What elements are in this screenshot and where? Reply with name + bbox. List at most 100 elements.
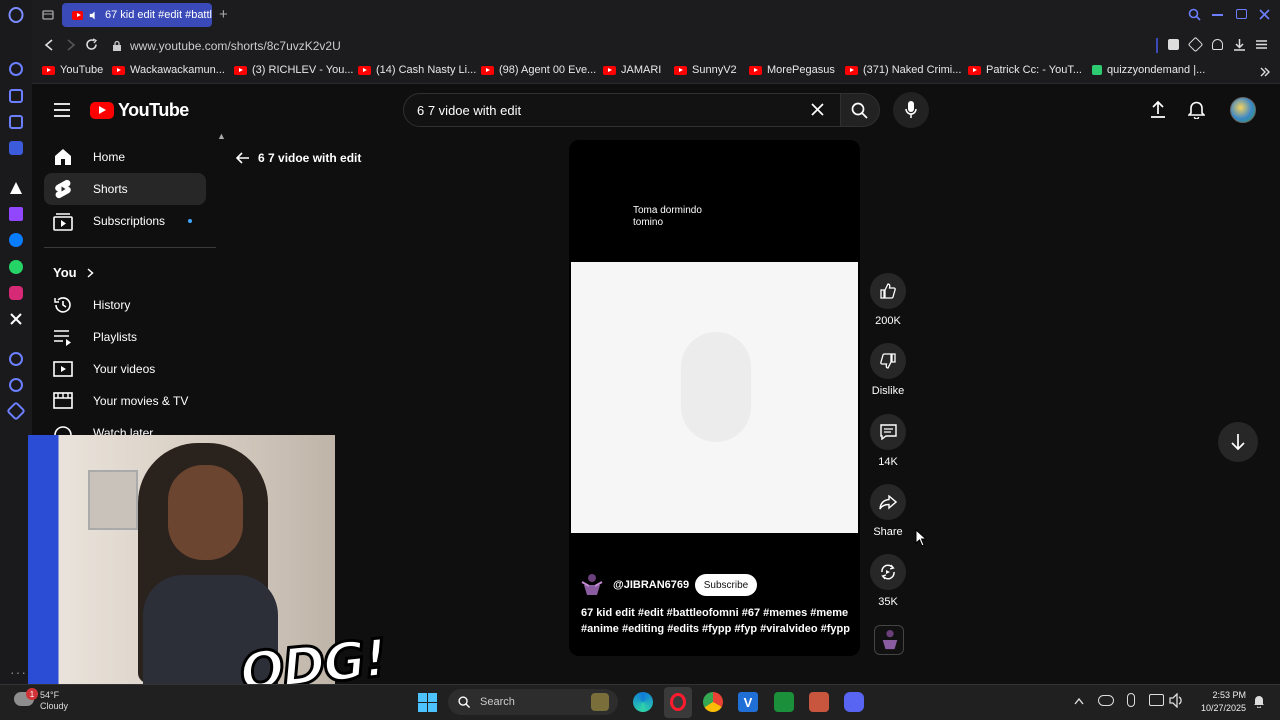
channel-avatar[interactable]	[581, 573, 603, 597]
search-button[interactable]	[840, 93, 880, 127]
sidebar-item-movies-tv[interactable]: Your movies & TV	[44, 385, 206, 417]
new-tab-button[interactable]: +	[219, 6, 228, 23]
back-icon[interactable]	[44, 39, 54, 51]
hamburger-menu-icon[interactable]	[54, 103, 70, 117]
whatsapp-icon[interactable]	[9, 260, 23, 274]
onedrive-icon[interactable]	[1098, 695, 1114, 706]
download-icon[interactable]	[1233, 38, 1246, 51]
dislike-button[interactable]: Dislike	[863, 343, 913, 397]
sidebar-item-your-videos[interactable]: Your videos	[44, 353, 206, 385]
more-icon[interactable]: ···	[10, 664, 27, 680]
notification-bell-icon[interactable]	[1253, 694, 1265, 708]
voice-search-button[interactable]	[893, 92, 929, 128]
like-button[interactable]: 200K	[863, 273, 913, 327]
sidebar-item-playlists[interactable]: Playlists	[44, 321, 206, 353]
sidebar-item-shorts[interactable]: Shorts	[44, 173, 206, 205]
weather-badge: 1	[26, 688, 38, 700]
mail-icon[interactable]	[9, 141, 23, 155]
bookmark-item[interactable]: Patrick Cc: - YouT...	[968, 64, 1082, 76]
vscode-v-icon[interactable]: V	[738, 692, 758, 712]
account-avatar[interactable]	[1230, 97, 1256, 123]
game-app-icon[interactable]	[774, 692, 794, 712]
subscribe-button[interactable]: Subscribe	[695, 574, 757, 596]
clear-search-icon[interactable]	[811, 103, 824, 116]
sound-thumbnail[interactable]	[874, 625, 904, 655]
aria-ai-icon[interactable]	[9, 181, 23, 195]
sidebar-scroll-up-icon[interactable]: ▲	[217, 131, 226, 141]
discord-icon[interactable]	[844, 692, 864, 712]
bookmark-item[interactable]: quizzyondemand |...	[1092, 64, 1205, 76]
sidebar-you-header[interactable]: You	[53, 265, 94, 280]
bookmark-item[interactable]: (371) Naked Crimi...	[845, 64, 961, 76]
next-short-button[interactable]	[1218, 422, 1258, 462]
sidebar-item-home[interactable]: Home	[44, 141, 206, 173]
bookmark-item[interactable]: (98) Agent 00 Eve...	[481, 64, 596, 76]
channel-handle[interactable]: @JIBRAN6769	[613, 579, 689, 591]
messenger-icon[interactable]	[9, 233, 23, 247]
clock[interactable]: 2:53 PM 10/27/2025	[1182, 689, 1246, 715]
snapshot-icon[interactable]	[1168, 39, 1179, 50]
back-to-search-link[interactable]: 6 7 vidoe with edit	[236, 151, 361, 165]
comments-button[interactable]: 14K	[863, 414, 913, 468]
maximize-button[interactable]	[1236, 9, 1247, 19]
app-icon[interactable]	[809, 692, 829, 712]
tab-search-icon[interactable]	[1188, 8, 1201, 21]
bookmark-item[interactable]: (3) RICHLEV - You...	[234, 64, 354, 76]
channel-character-icon	[581, 574, 603, 595]
youtube-favicon-icon	[968, 65, 981, 75]
lock-icon[interactable]	[112, 40, 122, 52]
twitch-icon[interactable]	[9, 207, 23, 221]
bookmark-item[interactable]: SunnyV2	[674, 64, 737, 76]
bookmark-item[interactable]: MorePegasus	[749, 64, 835, 76]
chrome-icon[interactable]	[703, 692, 723, 712]
thumbs-up-icon	[880, 283, 896, 299]
more-bookmarks-icon[interactable]	[1260, 67, 1270, 77]
url-field[interactable]: www.youtube.com/shorts/8c7uvzK2v2U	[112, 35, 1142, 57]
bookmark-item[interactable]: YouTube	[42, 64, 103, 76]
share-button[interactable]: Share	[863, 484, 913, 538]
windows-start-icon[interactable]	[418, 693, 437, 712]
instagram-icon[interactable]	[9, 286, 23, 300]
youtube-logo[interactable]: YouTube	[90, 100, 189, 121]
opera-logo-icon[interactable]	[8, 7, 24, 23]
forward-icon[interactable]	[66, 39, 76, 51]
bookmark-item[interactable]: JAMARI	[603, 64, 661, 76]
search-icon	[851, 102, 868, 119]
sidebar-item-watch-later[interactable]: Watch later	[44, 416, 206, 435]
remix-button[interactable]: 35K	[863, 554, 913, 608]
easy-setup-icon[interactable]	[1256, 39, 1267, 50]
sidebar-item-subscriptions[interactable]: Subscriptions	[44, 205, 206, 237]
thumbs-down-icon	[880, 353, 896, 369]
notifications-bell-icon[interactable]	[1188, 100, 1205, 119]
aria-icon[interactable]	[9, 62, 23, 76]
subscriptions-icon	[53, 213, 73, 231]
bookmark-item[interactable]: (14) Cash Nasty Li...	[358, 64, 476, 76]
tab-islands-icon[interactable]	[42, 9, 54, 21]
chevron-right-icon	[87, 267, 94, 278]
reload-icon[interactable]	[85, 38, 98, 51]
extensions-icon[interactable]	[6, 401, 26, 421]
history-icon[interactable]	[9, 378, 23, 392]
search-highlight-icon	[591, 693, 609, 711]
home-icon	[55, 149, 71, 165]
player-icon[interactable]	[9, 352, 23, 366]
network-icon[interactable]	[1149, 694, 1164, 706]
bookmark-item[interactable]: Wackawackamun...	[112, 64, 225, 76]
upload-icon[interactable]	[1150, 100, 1166, 118]
pinboard-icon[interactable]	[9, 115, 23, 129]
speaker-icon[interactable]	[89, 10, 99, 21]
chevron-up-icon[interactable]	[1074, 697, 1084, 705]
close-window-button[interactable]	[1259, 9, 1270, 20]
minimize-button[interactable]	[1212, 14, 1223, 16]
microphone-tray-icon[interactable]	[1127, 693, 1135, 707]
workspace-icon[interactable]	[9, 89, 23, 103]
tab-youtube[interactable]: 67 kid edit #edit #battl	[62, 3, 212, 27]
search-input[interactable]: 6 7 vidoe with edit	[403, 93, 841, 127]
weather-widget[interactable]: 54°F Cloudy	[40, 690, 68, 712]
profile-icon[interactable]	[1212, 39, 1223, 50]
sidebar-item-history[interactable]: History	[44, 289, 206, 321]
opera-taskbar-button[interactable]	[664, 687, 692, 718]
extensions-puzzle-icon[interactable]	[1187, 36, 1204, 53]
edge-browser-icon[interactable]	[633, 692, 653, 712]
x-twitter-icon[interactable]	[9, 312, 23, 326]
